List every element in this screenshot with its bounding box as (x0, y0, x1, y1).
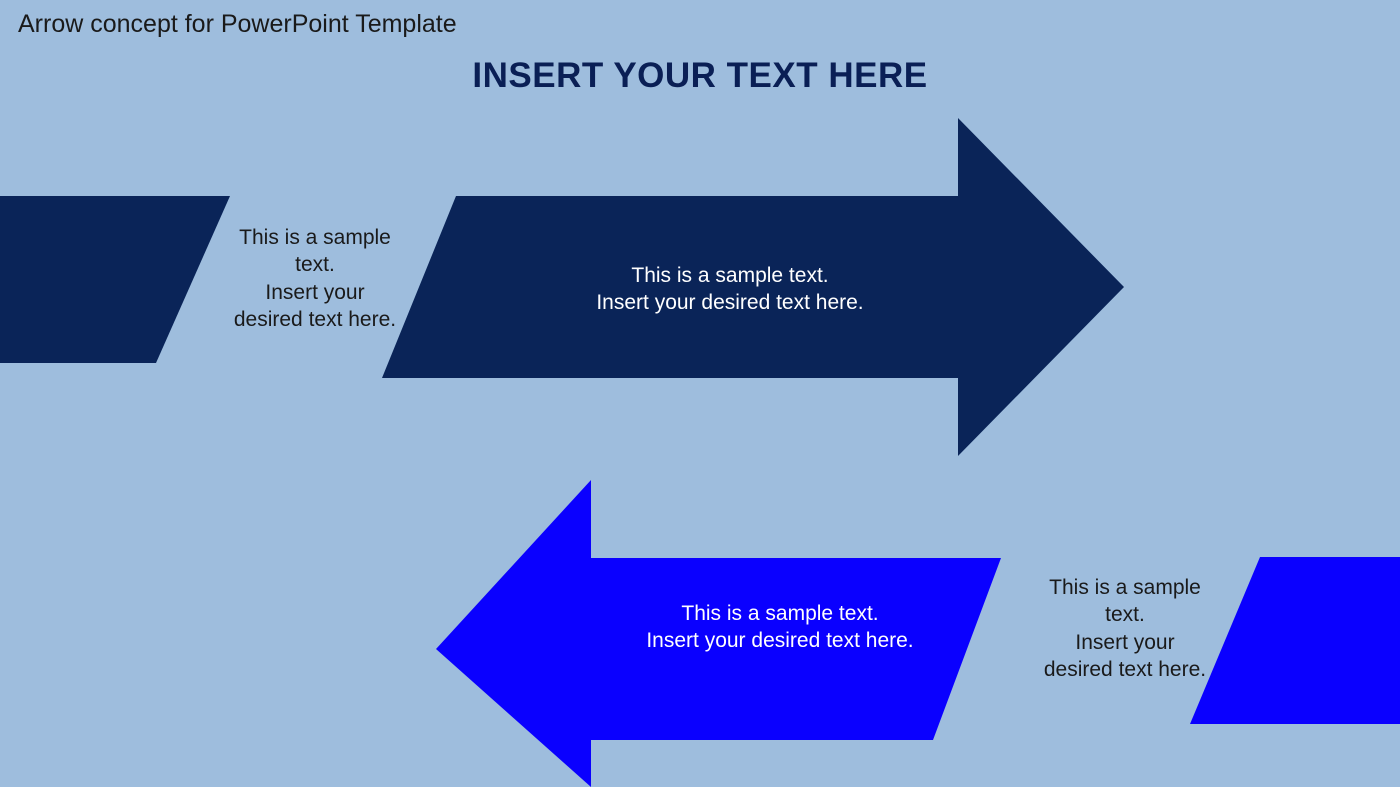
arrow-left-text: This is a sample text.Insert your desire… (580, 600, 980, 655)
arrow-right-text: This is a sample text.Insert your desire… (530, 262, 930, 317)
note-top: This is a sample text.Insert your desire… (230, 224, 400, 333)
top-tail-fragment (0, 196, 230, 363)
main-title: INSERT YOUR TEXT HERE (0, 56, 1400, 96)
slide-label: Arrow concept for PowerPoint Template (18, 10, 457, 39)
bottom-tail-fragment (1190, 557, 1400, 724)
note-bottom: This is a sample text.Insert your desire… (1040, 574, 1210, 683)
